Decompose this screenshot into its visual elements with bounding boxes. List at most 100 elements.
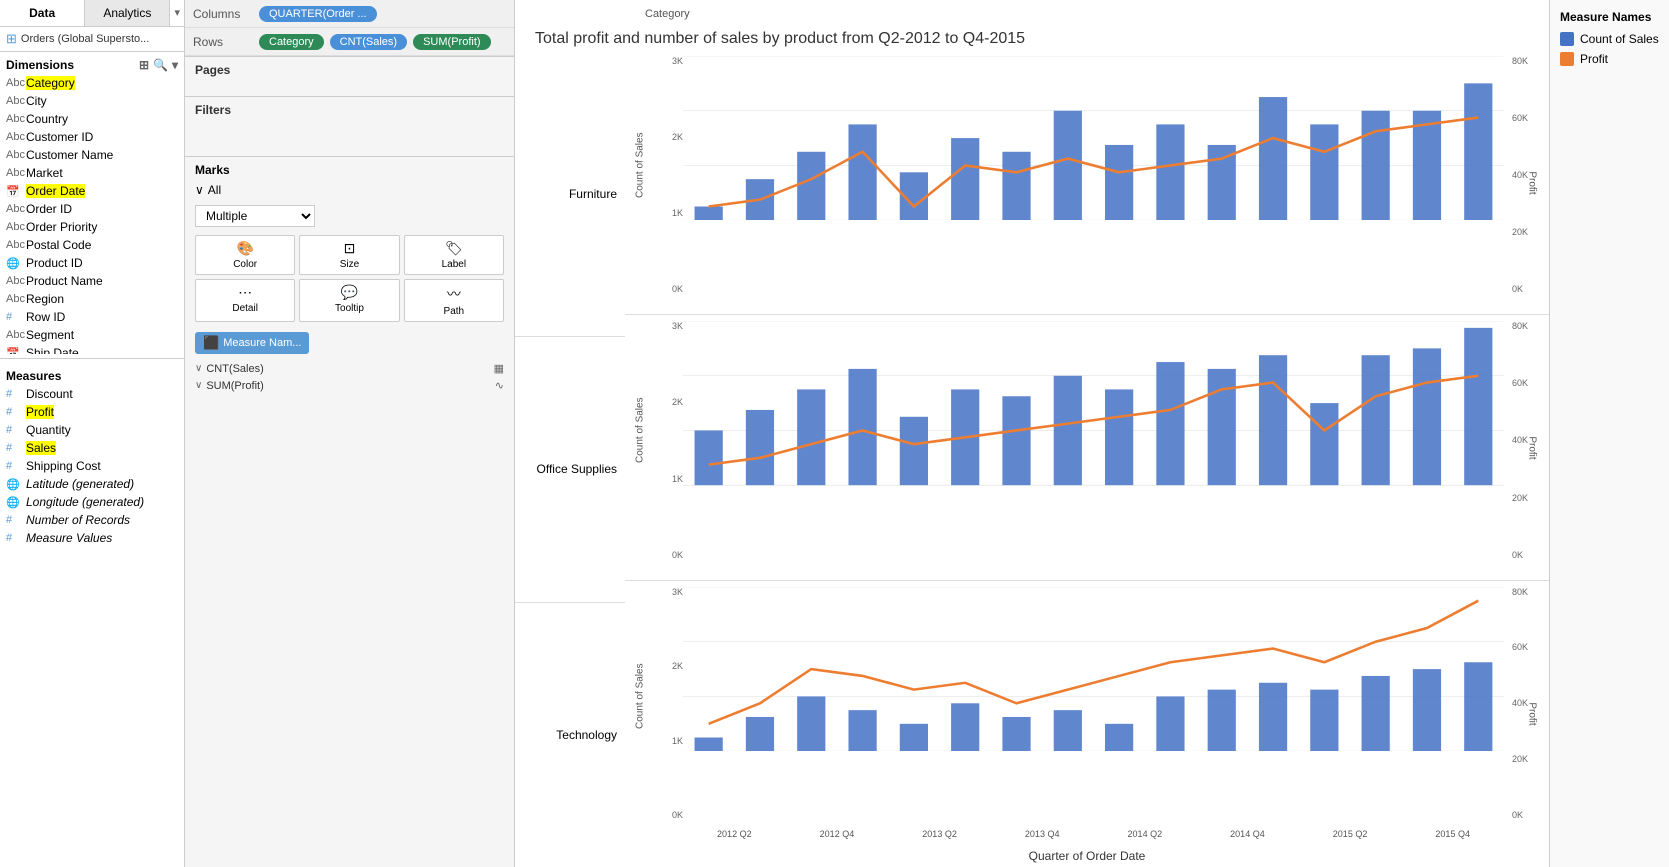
size-button[interactable]: ⊡ Size: [299, 235, 399, 275]
field-market[interactable]: Abc Market: [0, 164, 184, 182]
field-profit[interactable]: # Profit: [0, 403, 184, 421]
field-longitude[interactable]: 🌐 Longitude (generated): [0, 493, 184, 511]
field-region[interactable]: Abc Region: [0, 290, 184, 308]
abc-icon: Abc: [6, 293, 22, 305]
field-order-priority[interactable]: Abc Order Priority: [0, 218, 184, 236]
filters-title: Filters: [195, 103, 504, 117]
legend-label-profit: Profit: [1580, 52, 1608, 66]
path-button[interactable]: 〰 Path: [404, 279, 504, 322]
field-label-quantity: Quantity: [26, 423, 71, 437]
marks-section: Marks ∨ All Multiple Automatic Bar Line …: [185, 157, 514, 867]
legend-color-profit: [1560, 52, 1574, 66]
field-product-id[interactable]: 🌐 Product ID: [0, 254, 184, 272]
divider: [0, 358, 184, 359]
datasource-icon: ⊞: [6, 31, 17, 47]
legend-label-count: Count of Sales: [1580, 32, 1659, 46]
field-label-profit: Profit: [26, 405, 54, 419]
field-customer-id[interactable]: Abc Customer ID: [0, 128, 184, 146]
path-icon: 〰: [447, 284, 461, 304]
measure-name-pill-label: Measure Nam...: [223, 337, 301, 349]
field-latitude[interactable]: 🌐 Latitude (generated): [0, 475, 184, 493]
globe-icon: 🌐: [6, 478, 22, 491]
tab-analytics[interactable]: Analytics: [85, 0, 170, 26]
field-label-order-date: Order Date: [26, 184, 85, 198]
detail-button[interactable]: ⋯ Detail: [195, 279, 295, 322]
hash-icon: #: [6, 424, 22, 436]
field-sales[interactable]: # Sales: [0, 439, 184, 457]
legend-item-count: Count of Sales: [1560, 32, 1659, 46]
field-ship-date[interactable]: 📅 Ship Date: [0, 344, 184, 354]
marks-type-dropdown[interactable]: Multiple Automatic Bar Line Area Circle …: [195, 205, 504, 227]
field-discount[interactable]: # Discount: [0, 385, 184, 403]
field-category[interactable]: Abc Category: [0, 74, 184, 92]
field-label-longitude: Longitude (generated): [26, 495, 144, 509]
measure-name-pill[interactable]: ⬛ Measure Nam...: [195, 332, 309, 354]
y-ticks-left-office: 3K2K1K0K: [655, 321, 683, 559]
marks-all-row: ∨ All: [195, 183, 504, 197]
collapse-arrow[interactable]: ∨: [195, 183, 204, 197]
field-label-country: Country: [26, 112, 68, 126]
label-label: Label: [442, 259, 466, 270]
dimensions-icons: ⊞ 🔍 ▾: [139, 58, 178, 72]
calendar-icon: 📅: [6, 185, 22, 198]
field-label-category: Category: [26, 76, 75, 90]
field-segment[interactable]: Abc Segment: [0, 326, 184, 344]
field-number-of-records[interactable]: # Number of Records: [0, 511, 184, 529]
field-city[interactable]: Abc City: [0, 92, 184, 110]
abc-icon: Abc: [6, 203, 22, 215]
sub-mark-sum[interactable]: ∨ SUM(Profit) ∿: [195, 377, 504, 394]
measures-header: Measures: [0, 363, 184, 385]
tab-data[interactable]: Data: [0, 0, 85, 26]
rows-pill-cnt[interactable]: CNT(Sales): [330, 34, 407, 50]
sub-mark-cnt-icon: ▦: [494, 362, 504, 375]
field-country[interactable]: Abc Country: [0, 110, 184, 128]
technology-chart: Count of Sales 3K2K1K0K 80K60K40K20K0K P…: [625, 583, 1549, 845]
marks-type-select[interactable]: Multiple Automatic Bar Line Area Circle …: [195, 205, 315, 227]
grid-icon[interactable]: ⊞: [139, 58, 149, 72]
rows-pill-category[interactable]: Category: [259, 34, 324, 50]
y-left-label-technology: Count of Sales: [635, 699, 646, 729]
field-row-id[interactable]: # Row ID: [0, 308, 184, 326]
color-button[interactable]: 🎨 Color: [195, 235, 295, 275]
data-source-row[interactable]: ⊞ Orders (Global Supersto...: [0, 27, 184, 52]
globe-icon: 🌐: [6, 257, 22, 270]
x-axis-labels: 2012 Q22012 Q42013 Q22013 Q42014 Q22014 …: [683, 823, 1504, 845]
abc-icon: Abc: [6, 221, 22, 233]
abc-icon: Abc: [6, 167, 22, 179]
search-icon[interactable]: 🔍: [153, 58, 168, 72]
field-customer-name[interactable]: Abc Customer Name: [0, 146, 184, 164]
field-quantity[interactable]: # Quantity: [0, 421, 184, 439]
columns-row: Columns QUARTER(Order ...: [185, 0, 514, 28]
abc-icon: Abc: [6, 77, 22, 89]
more-icon[interactable]: ▾: [172, 58, 178, 72]
field-measure-values[interactable]: # Measure Values: [0, 529, 184, 547]
pages-section: Pages: [185, 57, 514, 97]
tooltip-button[interactable]: 💬 Tooltip: [299, 279, 399, 322]
filters-section: Filters: [185, 97, 514, 157]
size-label: Size: [340, 259, 359, 270]
label-button[interactable]: 🏷 Label: [404, 235, 504, 275]
field-label-product-name: Product Name: [26, 274, 103, 288]
technology-label: Technology: [515, 603, 625, 867]
field-order-date[interactable]: 📅 Order Date: [0, 182, 184, 200]
marks-all-label: All: [208, 183, 221, 197]
field-product-name[interactable]: Abc Product Name: [0, 272, 184, 290]
marks-grid: 🎨 Color ⊡ Size 🏷 Label ⋯ Detail 💬 Toolti…: [195, 235, 504, 322]
field-postal-code[interactable]: Abc Postal Code: [0, 236, 184, 254]
abc-icon: Abc: [6, 131, 22, 143]
columns-pill[interactable]: QUARTER(Order ...: [259, 6, 377, 22]
rows-pill-sum[interactable]: SUM(Profit): [413, 34, 490, 50]
sub-mark-cnt[interactable]: ∨ CNT(Sales) ▦: [195, 360, 504, 377]
y-right-label-furniture: Profit: [1527, 168, 1538, 198]
measures-label: Measures: [6, 369, 61, 383]
field-label-postal-code: Postal Code: [26, 238, 91, 252]
field-label-discount: Discount: [26, 387, 73, 401]
hash-icon: #: [6, 388, 22, 400]
sub-mark-sum-arrow: ∨: [195, 380, 202, 391]
marks-header: Marks: [195, 163, 504, 177]
field-order-id[interactable]: Abc Order ID: [0, 200, 184, 218]
toolbar: Columns QUARTER(Order ... Rows Category …: [185, 0, 514, 57]
abc-icon: Abc: [6, 239, 22, 251]
tab-dropdown[interactable]: ▾: [170, 0, 184, 26]
field-shipping-cost[interactable]: # Shipping Cost: [0, 457, 184, 475]
